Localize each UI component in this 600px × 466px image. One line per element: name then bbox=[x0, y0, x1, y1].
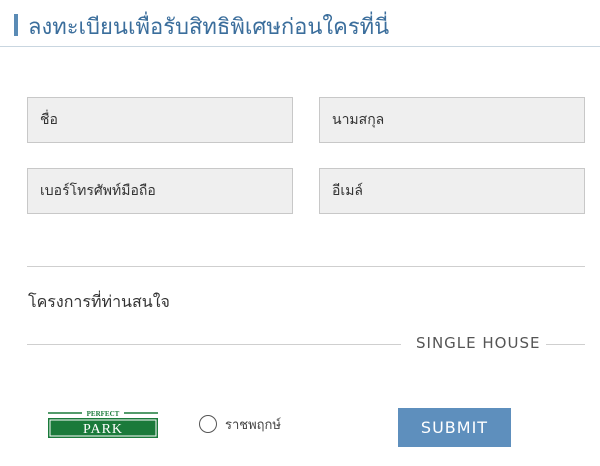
page-header: ลงทะเบียนเพื่อรับสิทธิพิเศษก่อนใครที่นี่ bbox=[0, 0, 600, 47]
projects-label: โครงการที่ท่านสนใจ bbox=[28, 292, 170, 311]
page-title: ลงทะเบียนเพื่อรับสิทธิพิเศษก่อนใครที่นี่ bbox=[28, 15, 390, 40]
project-option-label: ราชพฤกษ์ bbox=[225, 417, 281, 433]
title-accent-bar bbox=[14, 14, 18, 36]
phone-field[interactable] bbox=[27, 168, 293, 214]
email-field[interactable] bbox=[319, 168, 585, 214]
group-line-left bbox=[27, 344, 401, 345]
section-divider bbox=[27, 266, 585, 267]
radio-button[interactable] bbox=[199, 415, 217, 433]
logo-main-text: PARK bbox=[83, 422, 123, 437]
group-label-single-house: SINGLE HOUSE bbox=[416, 334, 541, 352]
group-line-right bbox=[546, 344, 585, 345]
project-option-ratchaphruek[interactable]: ราชพฤกษ์ bbox=[199, 412, 281, 436]
submit-button[interactable]: SUBMIT bbox=[398, 408, 511, 447]
perfect-park-logo: PERFECT PARK bbox=[46, 408, 160, 440]
logo-top-text: PERFECT bbox=[87, 410, 120, 418]
last-name-field[interactable] bbox=[319, 97, 585, 143]
first-name-field[interactable] bbox=[27, 97, 293, 143]
